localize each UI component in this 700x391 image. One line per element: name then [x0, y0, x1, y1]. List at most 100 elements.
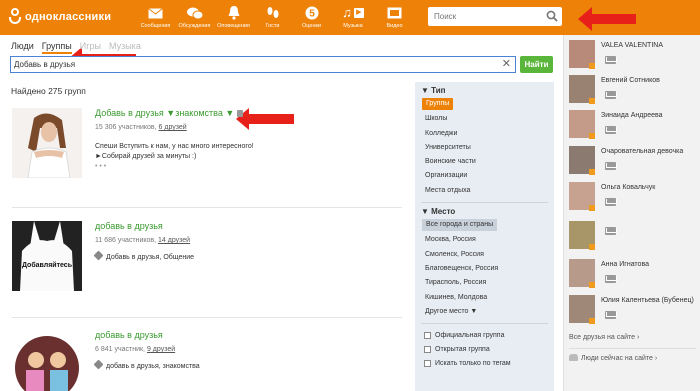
filter-place-heading[interactable]: ▼ Место — [415, 207, 554, 216]
group-description: Спеши Вступить к нам, у нас много интере… — [95, 142, 395, 172]
filter-place-item[interactable]: Тирасполь, Россия — [415, 276, 554, 290]
group-photo[interactable] — [12, 108, 82, 178]
online-dot-icon — [589, 169, 595, 175]
checkbox-icon[interactable] — [424, 345, 431, 353]
filter-type-item[interactable]: Воинские части — [415, 155, 554, 169]
friend-item[interactable]: Зинаида Андреева — [569, 110, 699, 142]
message-icon[interactable] — [605, 275, 617, 283]
envelope-icon — [148, 6, 164, 20]
tab-groups[interactable]: Группы — [41, 41, 72, 54]
group-title-text[interactable]: Добавь в друзья — [95, 108, 164, 118]
friend-item[interactable] — [569, 221, 699, 253]
friend-item[interactable]: VALEA VALENTINA — [569, 40, 699, 72]
message-icon[interactable] — [605, 227, 617, 235]
play-icon[interactable]: ▶ — [353, 8, 364, 18]
friend-item[interactable]: Анна Игнатова — [569, 259, 699, 291]
filter-type-item[interactable]: Организации — [415, 169, 554, 183]
tags-only-checkbox[interactable]: Искать только по тегам — [415, 356, 554, 370]
search-icon[interactable] — [546, 10, 558, 22]
checkbox-icon[interactable] — [424, 331, 431, 339]
nav-label: Обсуждения — [178, 23, 211, 29]
filter-type-item[interactable]: Университеты — [415, 141, 554, 155]
filter-place-item[interactable]: Благовещенск, Россия — [415, 262, 554, 276]
friend-item[interactable]: Евгений Сотников — [569, 75, 699, 107]
nav-discussions[interactable]: Обсуждения — [175, 0, 214, 35]
filter-place-item[interactable]: Москва, Россия — [415, 233, 554, 247]
friends-link[interactable]: 9 друзей — [147, 346, 175, 353]
checkbox-icon[interactable] — [424, 359, 431, 367]
message-icon[interactable] — [605, 311, 617, 319]
all-friends-link[interactable]: Все друзья на сайте › — [569, 334, 639, 341]
group-title[interactable]: добавь в друзья — [95, 221, 395, 231]
desc-line: Спеши Вступить к нам, у нас много интере… — [95, 143, 254, 150]
friend-name[interactable]: Зинаида Андреева — [601, 112, 663, 119]
message-icon[interactable] — [605, 198, 617, 206]
divider — [421, 202, 548, 204]
tags-text[interactable]: добавь в друзья, знакомства — [106, 363, 200, 370]
online-dot-icon — [589, 133, 595, 139]
nav-notifications[interactable]: Оповещения — [214, 0, 253, 35]
group-photo[interactable]: Добавляйтесь — [12, 221, 82, 291]
friend-item[interactable]: Ольга Ковальчук — [569, 182, 699, 214]
filter-type-item[interactable]: Школы — [415, 112, 554, 126]
filter-place-item[interactable]: Кишинев, Молдова — [415, 291, 554, 305]
group-title[interactable]: добавь в друзья — [95, 330, 395, 340]
friend-name[interactable]: Евгений Сотников — [601, 77, 660, 84]
video-icon — [387, 6, 403, 20]
online-dot-icon — [589, 98, 595, 104]
friends-link[interactable]: 6 друзей — [159, 124, 187, 131]
rating-icon: 5 — [304, 6, 320, 20]
nav-messages[interactable]: Сообщения — [136, 0, 175, 35]
lock-icon — [237, 110, 244, 117]
online-friends: VALEA VALENTINA Евгений Сотников Зинаида… — [563, 35, 700, 391]
filter-place-other[interactable]: Другое место ▼ — [415, 305, 554, 319]
friend-item[interactable]: Юлия Калентьева (Бубенец) — [569, 295, 699, 327]
filter-place-item[interactable]: Все города и страны — [422, 219, 498, 232]
nav-video[interactable]: Видео — [375, 0, 414, 35]
friend-name[interactable]: Ольга Ковальчук — [601, 184, 655, 191]
tab-music[interactable]: Музыка — [109, 41, 141, 54]
tag-icon — [93, 359, 104, 370]
group-search[interactable]: ✕ — [10, 56, 516, 73]
friends-link[interactable]: 14 друзей — [158, 237, 190, 244]
filter-type-item[interactable]: Колледжи — [415, 127, 554, 141]
top-search-input[interactable] — [428, 7, 538, 26]
message-icon[interactable] — [605, 56, 617, 64]
open-checkbox[interactable]: Открытая группа — [415, 342, 554, 356]
clear-icon[interactable]: ✕ — [502, 58, 511, 71]
group-title-suffix[interactable]: знакомства — [175, 108, 223, 118]
message-icon[interactable] — [605, 162, 617, 170]
message-icon[interactable] — [605, 126, 617, 134]
group-tags: добавь в друзья, знакомства — [93, 359, 395, 370]
filter-type-heading[interactable]: ▼ Тип — [415, 82, 554, 95]
tab-people[interactable]: Люди — [11, 41, 34, 54]
people-online-link[interactable]: Люди сейчас на сайте › — [569, 354, 657, 362]
friend-name[interactable]: Анна Игнатова — [601, 261, 649, 268]
more-dots[interactable]: • • • — [95, 162, 395, 172]
official-checkbox[interactable]: Официальная группа — [415, 328, 554, 342]
friend-item[interactable]: Очаровательная девочка — [569, 146, 699, 178]
nav-label: Оповещения — [217, 23, 250, 29]
filter-type-item[interactable]: Места отдыха — [415, 184, 554, 198]
group-search-input[interactable] — [11, 57, 491, 72]
message-icon[interactable] — [605, 91, 617, 99]
group-title[interactable]: Добавь в друзья ▼знакомства ▼ — [95, 108, 395, 118]
friend-name[interactable]: Юлия Калентьева (Бубенец) — [601, 297, 694, 304]
people-online-text[interactable]: Люди сейчас на сайте › — [581, 355, 657, 362]
top-search[interactable] — [428, 7, 562, 26]
divider — [12, 207, 402, 208]
filter-type-item[interactable]: Группы — [422, 98, 454, 110]
group-photo[interactable] — [12, 330, 82, 391]
nav-ratings[interactable]: 5 Оценки — [292, 0, 331, 35]
nav-guests[interactable]: Гости — [253, 0, 292, 35]
find-button[interactable]: Найти — [520, 56, 553, 73]
nav-music[interactable]: ♫ ▶ Музыка — [331, 0, 375, 35]
friend-name[interactable]: VALEA VALENTINA — [601, 42, 663, 49]
online-dot-icon — [589, 63, 595, 69]
filter-place-item[interactable]: Смоленск, Россия — [415, 248, 554, 262]
friend-name[interactable]: Очаровательная девочка — [601, 148, 683, 155]
tab-games[interactable]: Игры — [80, 41, 101, 54]
tags-text[interactable]: Добавь в друзья, Общение — [106, 254, 194, 261]
logo[interactable]: одноклассники — [8, 8, 111, 25]
nav-label: Видео — [386, 23, 403, 29]
